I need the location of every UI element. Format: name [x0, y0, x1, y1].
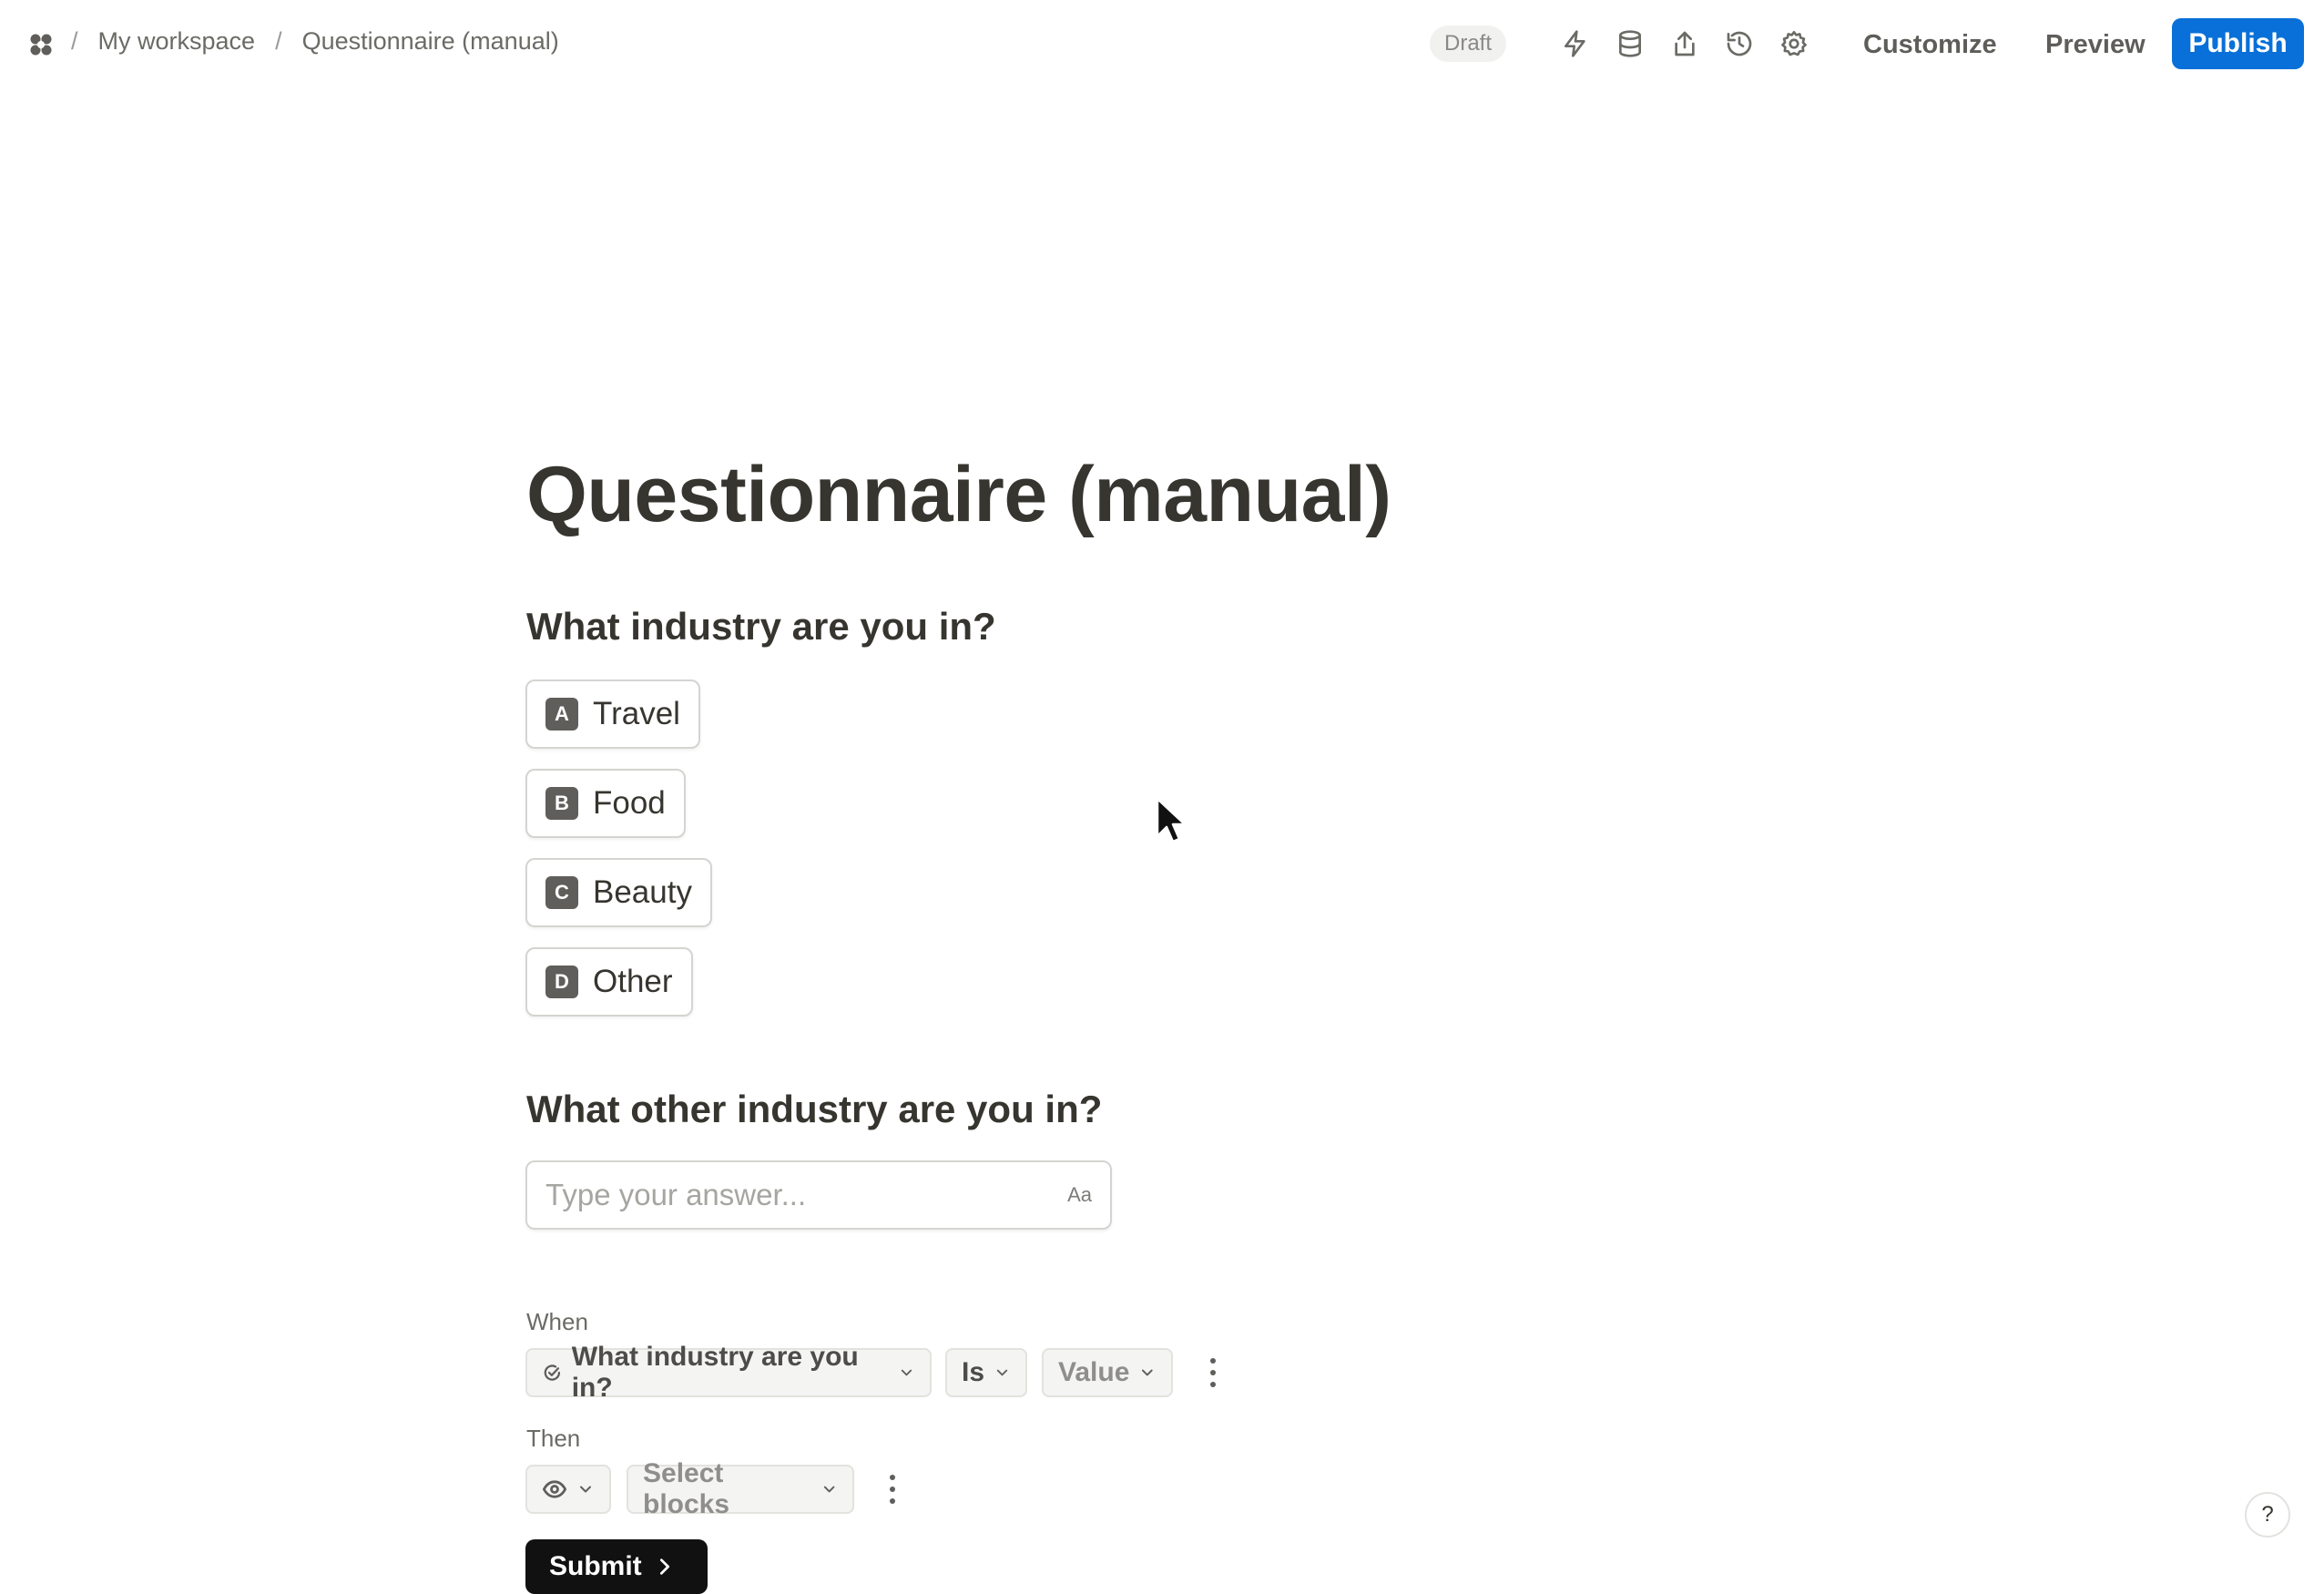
- chevron-down-icon: [823, 1486, 835, 1493]
- question-2-label[interactable]: What other industry are you in?: [526, 1088, 1102, 1131]
- option-label: Beauty: [593, 874, 692, 910]
- breadcrumb-workspace[interactable]: My workspace: [98, 27, 256, 56]
- option-other[interactable]: D Other: [525, 947, 693, 1017]
- then-label: Then: [526, 1425, 581, 1452]
- option-key: C: [545, 876, 578, 909]
- share-icon[interactable]: [1668, 27, 1701, 60]
- action-select[interactable]: [525, 1465, 611, 1514]
- breadcrumb-separator: /: [275, 27, 282, 55]
- option-key: D: [545, 966, 578, 998]
- text-type-icon: Aa: [1067, 1183, 1092, 1206]
- preview-button[interactable]: Preview: [2045, 22, 2146, 67]
- database-icon[interactable]: [1614, 27, 1646, 60]
- history-icon[interactable]: [1723, 27, 1756, 60]
- condition-operator-select[interactable]: Is: [945, 1348, 1027, 1397]
- help-button[interactable]: ?: [2245, 1492, 2290, 1538]
- breadcrumb: / My workspace / Questionnaire (manual): [71, 27, 559, 56]
- target-blocks-label: Select blocks: [643, 1458, 730, 1519]
- option-beauty[interactable]: C Beauty: [525, 858, 712, 927]
- page-title[interactable]: Questionnaire (manual): [526, 450, 1391, 540]
- when-label: When: [526, 1308, 588, 1335]
- chevron-down-icon: [580, 1486, 591, 1493]
- workspace-logo-icon[interactable]: [25, 29, 56, 60]
- bolt-icon[interactable]: [1559, 27, 1592, 60]
- option-key: B: [545, 787, 578, 820]
- question-1-label[interactable]: What industry are you in?: [526, 605, 996, 649]
- option-travel[interactable]: A Travel: [525, 679, 700, 749]
- condition-more-icon[interactable]: [1208, 1358, 1218, 1387]
- option-key: A: [545, 698, 578, 731]
- option-label: Travel: [593, 696, 680, 731]
- condition-field-label: What industry are you in?: [571, 1342, 859, 1403]
- action-more-icon[interactable]: [888, 1475, 897, 1504]
- top-bar: / My workspace / Questionnaire (manual) …: [0, 0, 2324, 89]
- submit-button[interactable]: Submit: [525, 1539, 708, 1594]
- chevron-down-icon: [996, 1369, 1008, 1376]
- submit-label: Submit: [549, 1551, 642, 1581]
- chevron-down-icon: [901, 1369, 912, 1376]
- option-label: Other: [593, 964, 673, 999]
- breadcrumb-separator: /: [71, 27, 78, 55]
- status-badge: Draft: [1430, 26, 1507, 62]
- mouse-cursor-icon: [1156, 797, 1186, 843]
- option-food[interactable]: B Food: [525, 769, 686, 838]
- gear-icon[interactable]: [1778, 27, 1810, 60]
- eye-icon: [542, 1480, 567, 1498]
- condition-value-label: Value: [1058, 1357, 1130, 1387]
- condition-value-select[interactable]: Value: [1042, 1348, 1173, 1397]
- chevron-down-icon: [1142, 1369, 1154, 1376]
- check-circle-icon: [544, 1364, 561, 1381]
- condition-field-select[interactable]: What industry are you in?: [525, 1342, 932, 1403]
- answer-input[interactable]: Type your answer... Aa: [525, 1160, 1112, 1230]
- option-label: Food: [593, 785, 666, 821]
- customize-button[interactable]: Customize: [1863, 22, 1997, 67]
- breadcrumb-form[interactable]: Questionnaire (manual): [302, 27, 559, 56]
- target-blocks-select[interactable]: Select blocks: [627, 1458, 854, 1519]
- condition-operator-label: Is: [962, 1357, 985, 1387]
- arrow-right-icon: [659, 1558, 669, 1575]
- answer-placeholder: Type your answer...: [545, 1178, 807, 1211]
- publish-button[interactable]: Publish: [2172, 18, 2304, 69]
